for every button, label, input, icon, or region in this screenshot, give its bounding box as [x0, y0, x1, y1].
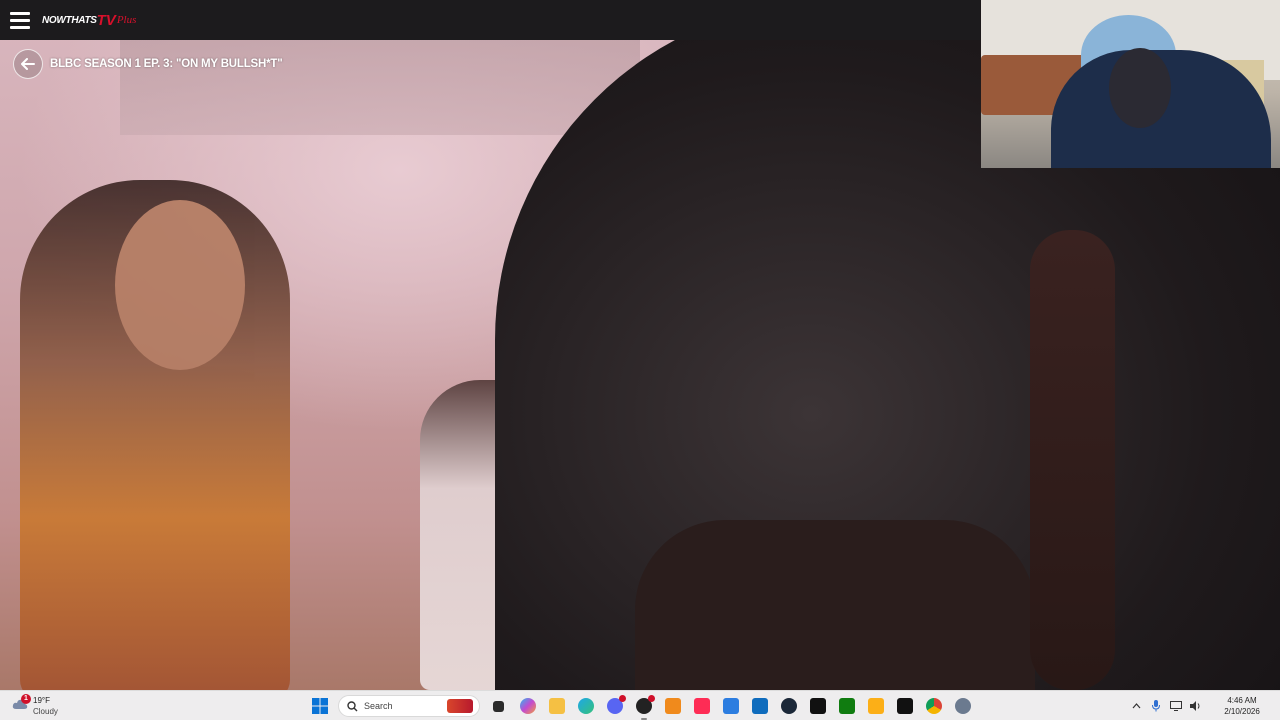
rockstar-icon[interactable] [865, 695, 887, 717]
episode-title: BLBC SEASON 1 EP. 3: "ON MY BULLSH*T" [50, 58, 283, 70]
steam-icon[interactable] [778, 695, 800, 717]
taskbar-search[interactable]: Search [338, 695, 480, 717]
video-person-braid [1030, 230, 1115, 690]
back-button[interactable] [13, 49, 43, 79]
obs-recording-badge [647, 695, 655, 702]
hamburger-menu-icon[interactable] [0, 0, 40, 40]
start-button[interactable] [309, 695, 331, 717]
settings-icon[interactable] [952, 695, 974, 717]
video-person-back [635, 520, 1035, 690]
screen: NOWTHATS TV Plus BLBC SEASON 1 EP. 3: "O… [0, 0, 1280, 720]
task-view-icon[interactable] [488, 695, 510, 717]
back-arrow-icon [21, 58, 35, 70]
xbox-icon[interactable] [836, 695, 858, 717]
windows-logo-icon [311, 698, 328, 714]
outlook-icon[interactable] [749, 695, 771, 717]
tiktok-studio-icon[interactable] [691, 695, 713, 717]
microphone-icon[interactable] [1149, 699, 1163, 713]
fullscreen-app-icon[interactable] [894, 695, 916, 717]
brand-logo[interactable]: NOWTHATS TV Plus [40, 0, 136, 40]
vlc-icon[interactable] [662, 695, 684, 717]
discord-notification-badge [618, 695, 626, 702]
search-icon [347, 700, 358, 711]
webcam-person-head [1109, 48, 1171, 128]
obs-icon[interactable] [633, 695, 655, 720]
chrome-icon[interactable] [923, 695, 945, 717]
volume-icon[interactable] [1189, 699, 1203, 713]
taskbar-center: Search [305, 691, 977, 720]
app-header: NOWTHATS TV Plus [0, 0, 980, 40]
weather-alert-badge: 1 [21, 694, 31, 704]
weather-widget[interactable]: 1 19°F Cloudy [12, 694, 72, 718]
system-tray: 4:46 AM 2/10/2026 [1126, 691, 1280, 720]
display-icon[interactable] [1169, 699, 1183, 713]
video-person-face [115, 200, 245, 370]
weather-condition: Cloudy [33, 707, 58, 716]
search-highlight-icon [447, 699, 473, 713]
search-placeholder: Search [364, 701, 393, 711]
clock-date: 2/10/2026 [1224, 707, 1260, 716]
ms-store-icon[interactable] [720, 695, 742, 717]
discord-icon[interactable] [604, 695, 626, 717]
file-explorer-icon[interactable] [546, 695, 568, 717]
chevron-up-icon[interactable] [1129, 699, 1143, 713]
logo-text-plus: Plus [116, 14, 137, 26]
edge-icon[interactable] [575, 695, 597, 717]
copilot-icon[interactable] [517, 695, 539, 717]
clock-time: 4:46 AM [1227, 696, 1257, 705]
tiktok-icon[interactable] [807, 695, 829, 717]
windows-taskbar: 1 19°F Cloudy Search 4:46 AM 2/10/2026 [0, 690, 1280, 720]
logo-text-tv: TV [96, 11, 116, 29]
video-person-left [20, 180, 290, 690]
logo-text-main: NOWTHATS [42, 14, 97, 26]
system-clock[interactable]: 4:46 AM 2/10/2026 [1210, 695, 1274, 717]
webcam-overlay [981, 0, 1280, 168]
player-title-bar: BLBC SEASON 1 EP. 3: "ON MY BULLSH*T" [13, 49, 283, 79]
weather-temperature: 19°F [33, 696, 50, 705]
